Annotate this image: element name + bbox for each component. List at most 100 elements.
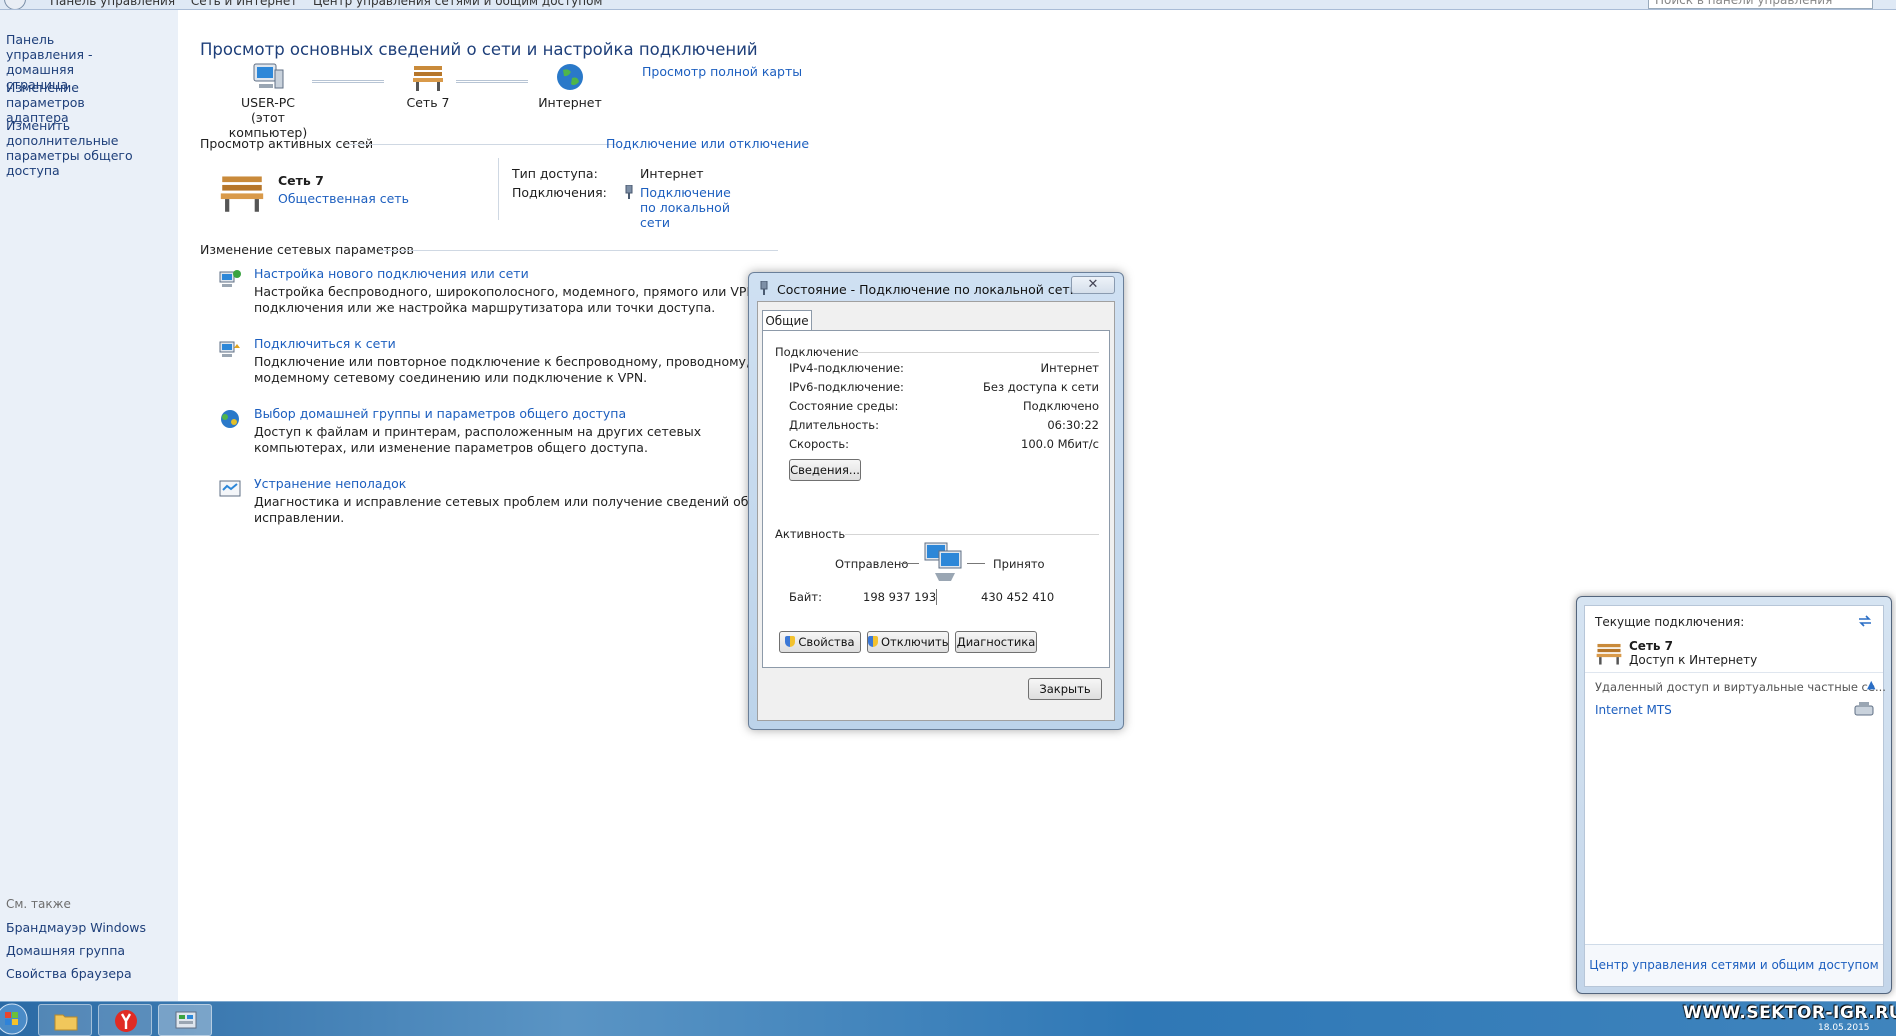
task-homegroup-desc: Доступ к файлам и принтерам, расположенн… [254,424,702,455]
computer-icon [253,63,284,89]
chevron-up-icon[interactable]: ▲ [1867,678,1875,691]
taskbar-explorer-button[interactable] [38,1004,92,1036]
divider [498,158,499,220]
vpn-item-internet-mts[interactable]: Internet MTS [1595,703,1672,717]
general-panel: Подключение IPv4-подключение: Интернет I… [762,330,1110,668]
search-input[interactable]: Поиск в панели управления [1648,0,1873,9]
sidebar-item-advanced-sharing[interactable]: Изменить дополнительные параметры общего… [6,118,166,178]
see-also-firewall-link[interactable]: Брандмауэр Windows [6,920,146,935]
details-button[interactable]: Сведения... [789,459,861,481]
task-troubleshoot-desc: Диагностика и исправление сетевых пробле… [254,494,749,525]
bytes-sent-value: 198 937 193 [863,590,937,604]
connect-network-icon [219,341,240,357]
tab-general[interactable]: Общие [762,310,812,331]
dialog-body: Общие Подключение IPv4-подключение: Инте… [757,301,1115,721]
see-also-homegroup-link[interactable]: Домашняя группа [6,943,125,958]
flyout-network-name[interactable]: Сеть 7 [1629,639,1673,653]
back-button[interactable] [4,0,26,9]
network-type-link[interactable]: Общественная сеть [278,191,409,206]
see-also-label: См. также [6,897,71,911]
refresh-icon[interactable] [1857,614,1873,628]
computer-name: USER-PC [241,95,295,110]
breadcrumb-item[interactable]: Панель управления [50,0,175,8]
received-label: Принято [993,557,1045,571]
taskbar-date: 18.05.2015 [1818,1023,1870,1033]
close-icon[interactable]: ✕ [1071,276,1115,294]
address-bar: Панель управления Сеть и Интернет Центр … [0,0,1896,10]
network-name: Сеть 7 [406,95,450,110]
task-homegroup-link[interactable]: Выбор домашней группы и параметров общег… [254,406,626,421]
divider [845,534,1099,535]
task-troubleshoot-link[interactable]: Устранение неполадок [254,476,406,491]
close-button[interactable]: Закрыть [1028,678,1102,700]
task-new-connection-desc: Настройка беспроводного, широкополосного… [254,284,761,315]
media-state-value: Подключено [1022,399,1099,413]
map-internet-node[interactable]: Интернет [530,62,610,110]
divider [936,589,937,605]
start-button-icon[interactable] [0,1002,34,1036]
ethernet-icon [760,281,768,295]
task-new-connection-link[interactable]: Настройка нового подключения или сети [254,266,529,281]
internet-label: Интернет [538,95,602,110]
properties-button-label: Свойства [798,635,855,649]
uac-shield-icon [868,636,878,647]
speed-label: Скорость: [789,437,850,451]
local-connection-link[interactable]: Подключение по локальной сети [640,185,750,230]
connections-label: Подключения: [512,185,607,200]
divider [901,563,919,564]
flyout-header: Текущие подключения: [1595,615,1745,629]
sent-label: Отправлено [835,557,909,571]
task-connect-network-desc: Подключение или повторное подключение к … [254,354,750,385]
breadcrumb[interactable]: Панель управления Сеть и Интернет Центр … [50,0,614,8]
see-also-browser-settings-link[interactable]: Свойства браузера [6,966,132,981]
access-type-value: Интернет [640,166,704,181]
divider [967,563,985,564]
troubleshoot-icon [219,480,241,497]
connect-disconnect-link[interactable]: Подключение или отключение [606,136,809,151]
map-computer-node[interactable]: USER-PC (этот компьютер) [218,62,318,140]
divider [346,144,616,145]
divider [853,352,1099,353]
breadcrumb-item[interactable]: Центр управления сетями и общим доступом [313,0,602,8]
ipv4-label: IPv4-подключение: [789,361,904,375]
control-panel-icon [175,1011,197,1029]
network-flyout: Текущие подключения: Сеть 7 Доступ к Инт… [1576,596,1892,994]
disable-button-label: Отключить [881,635,949,649]
ethernet-icon [625,185,633,199]
duration-value: 06:30:22 [1047,418,1099,432]
bytes-received-value: 430 452 410 [981,590,1055,604]
bytes-label: Байт: [789,590,822,604]
properties-button[interactable]: Свойства [779,631,861,653]
uac-shield-icon [785,636,796,647]
vpn-section-label[interactable]: Удаленный доступ и виртуальные частные с… [1595,680,1886,694]
taskbar-yandex-button[interactable] [98,1004,152,1036]
map-link-line [312,80,384,83]
network-center-link[interactable]: Центр управления сетями и общим доступом [1585,944,1883,986]
media-state-label: Состояние среды: [789,399,899,413]
new-connection-icon [219,270,241,287]
breadcrumb-item[interactable]: Сеть и Интернет [191,0,297,8]
modem-icon [1854,702,1874,716]
flyout-panel: Текущие подключения: Сеть 7 Доступ к Инт… [1584,605,1886,987]
ipv4-value: Интернет [1040,361,1100,375]
diagnose-button[interactable]: Диагностика [955,631,1037,653]
speed-value: 100.0 Мбит/с [1021,437,1099,451]
dialog-title: Состояние - Подключение по локальной сет… [777,282,1078,297]
page-title: Просмотр основных сведений о сети и наст… [200,40,758,59]
taskbar [0,1001,1896,1036]
map-network-node[interactable]: Сеть 7 [388,62,468,110]
full-map-link[interactable]: Просмотр полной карты [642,64,802,79]
yandex-browser-icon [115,1010,137,1032]
left-navigation-pane: Панель управления - домашняя страница Из… [0,10,178,1001]
task-connect-network-link[interactable]: Подключиться к сети [254,336,396,351]
bench-icon [413,66,443,91]
homegroup-icon [221,410,239,428]
bench-icon [220,176,264,212]
folder-icon [54,1014,78,1031]
divider [1585,672,1883,673]
taskbar-control-panel-button[interactable] [158,1004,212,1036]
disable-button[interactable]: Отключить [867,631,949,653]
access-type-label: Тип доступа: [512,166,598,181]
status-dialog: Состояние - Подключение по локальной сет… [748,272,1124,730]
duration-label: Длительность: [789,418,879,432]
